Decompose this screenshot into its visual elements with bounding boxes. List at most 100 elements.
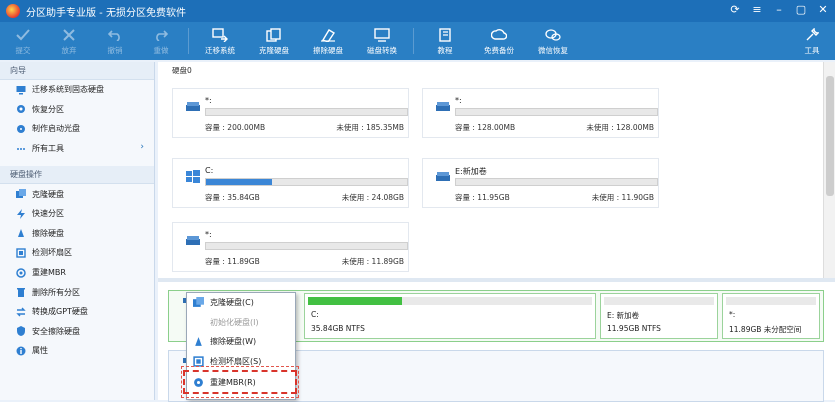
segment-info: 11.89GB 未分配空间 [729, 325, 802, 334]
init-icon [193, 317, 204, 328]
sidebar-item-all-tools[interactable]: 所有工具 › [0, 139, 154, 159]
maximize-icon[interactable]: ▢ [793, 2, 809, 18]
tools-icon [803, 27, 821, 43]
close-icon[interactable]: ✕ [815, 2, 831, 18]
app-logo-icon [6, 4, 20, 18]
segment-usage-fill [308, 297, 402, 305]
segment-info: 35.84GB NTFS [311, 324, 365, 333]
free-backup-label: 免费备份 [484, 45, 514, 55]
menu-item-init-disk[interactable]: 初始化硬盘(I) [187, 313, 295, 333]
minimize-icon[interactable]: – [771, 2, 787, 18]
sidebar-item-label: 制作启动光盘 [32, 124, 80, 134]
delete-all-icon [16, 287, 26, 298]
tutorial-label: 教程 [437, 45, 453, 55]
segment-usage-bar [604, 297, 714, 305]
quick-partition-icon [16, 208, 26, 219]
sidebar-item-label: 迁移系统到固态硬盘 [32, 85, 104, 95]
wipe-icon [16, 228, 26, 238]
scrollbar-thumb[interactable] [826, 76, 834, 196]
free-backup-button[interactable]: 免费备份 [472, 22, 526, 60]
sidebar-item-wipe-disk[interactable]: 擦除硬盘 [0, 224, 154, 244]
sidebar-item-properties[interactable]: 属性 [0, 341, 154, 361]
discard-icon [60, 27, 78, 43]
chevron-right-icon: › [140, 141, 144, 152]
sidebar-item-label: 安全擦除硬盘 [32, 326, 80, 336]
partition-segment-e[interactable]: E: 新加卷 11.95GB NTFS [600, 293, 718, 339]
clone-disk-button[interactable]: 克隆硬盘 [247, 22, 301, 60]
partition-card[interactable]: *: 容量 : 128.00MB 未使用 : 128.00MB [422, 88, 659, 138]
sidebar-item-label: 快速分区 [32, 209, 64, 219]
bad-sector-icon [16, 248, 26, 258]
drive-icon [436, 172, 450, 181]
migrate-icon [16, 85, 26, 95]
segment-title: E: 新加卷 [607, 311, 640, 320]
sidebar-item-convert-gpt[interactable]: 转换成GPT硬盘 [0, 302, 154, 322]
discard-button[interactable]: 放弃 [46, 22, 92, 60]
title-bar: 分区助手专业版 - 无损分区免费软件 ⟳ ≡ – ▢ ✕ [0, 0, 835, 22]
convert-disk-button[interactable]: 磁盘转换 [355, 22, 409, 60]
undo-label: 撤销 [107, 45, 123, 55]
app-title: 分区助手专业版 - 无损分区免费软件 [26, 7, 186, 19]
commit-button[interactable]: 提交 [0, 22, 46, 60]
segment-usage-bar [726, 297, 816, 305]
toolbar-separator [413, 28, 414, 54]
migrate-os-label: 迁移系统 [205, 45, 235, 55]
migrate-os-button[interactable]: 迁移系统 [193, 22, 247, 60]
sidebar-item-label: 属性 [32, 346, 48, 356]
sidebar-item-restore-partition[interactable]: 恢复分区 [0, 100, 154, 120]
partition-name: E:新加卷 [455, 167, 487, 176]
menu-icon[interactable]: ≡ [749, 2, 765, 18]
clone-disk-label: 克隆硬盘 [259, 45, 289, 55]
menu-item-wipe-disk[interactable]: 擦除硬盘(W) [187, 332, 295, 352]
sidebar-item-boot-disc[interactable]: 制作启动光盘 [0, 119, 154, 139]
redo-button[interactable]: 重做 [138, 22, 184, 60]
sidebar-item-check-bad-sectors[interactable]: 检测坏扇区 [0, 243, 154, 263]
vertical-scrollbar[interactable] [823, 62, 835, 278]
discard-label: 放弃 [61, 45, 77, 55]
partition-card[interactable]: *: 容量 : 200.00MB 未使用 : 185.35MB [172, 88, 409, 138]
partition-name: C: [205, 166, 214, 175]
toolbar-separator [188, 28, 189, 54]
convert-disk-label: 磁盘转换 [367, 45, 397, 55]
menu-item-clone-disk[interactable]: 克隆硬盘(C) [187, 293, 295, 313]
restore-icon [16, 104, 26, 114]
convert-icon [373, 27, 391, 43]
wechat-recovery-label: 微信恢复 [538, 45, 568, 55]
sidebar-item-label: 擦除硬盘 [32, 228, 64, 238]
sidebar-item-clone-disk[interactable]: 克隆硬盘 [0, 184, 154, 204]
segment-usage-bar [308, 297, 592, 305]
pane-splitter[interactable] [158, 278, 835, 282]
drive-icon [436, 102, 450, 111]
partition-card[interactable]: *: 容量 : 11.89GB 未使用 : 11.89GB [172, 222, 409, 272]
sidebar-item-label: 恢复分区 [32, 104, 64, 114]
window-controls: ⟳ ≡ – ▢ ✕ [727, 2, 831, 18]
partition-segment-unallocated[interactable]: *: 11.89GB 未分配空间 [722, 293, 820, 339]
partition-card[interactable]: C: 容量 : 35.84GB 未使用 : 24.08GB [172, 158, 409, 208]
wipe-disk-button[interactable]: 擦除硬盘 [301, 22, 355, 60]
partition-segment-c[interactable]: C: 35.84GB NTFS [304, 293, 596, 339]
redo-label: 重做 [153, 45, 169, 55]
sidebar-item-migrate-ssd[interactable]: 迁移系统到固态硬盘 [0, 80, 154, 100]
tools-button[interactable]: 工具 [789, 22, 835, 60]
gpt-icon [16, 307, 26, 317]
check-icon [14, 27, 32, 43]
free-space-text: 未使用 : 185.35MB [336, 123, 404, 132]
partition-card[interactable]: E:新加卷 容量 : 11.95GB 未使用 : 11.90GB [422, 158, 659, 208]
properties-icon [16, 346, 26, 356]
windows-icon [186, 170, 200, 183]
wechat-recovery-button[interactable]: 微信恢复 [526, 22, 580, 60]
tools-label: 工具 [804, 45, 820, 55]
undo-button[interactable]: 撤销 [92, 22, 138, 60]
sidebar-item-delete-all-partitions[interactable]: 删除所有分区 [0, 282, 154, 302]
free-space-text: 未使用 : 24.08GB [341, 193, 404, 202]
clone-icon [265, 27, 283, 43]
sidebar-item-rebuild-mbr[interactable]: 重建MBR [0, 263, 154, 283]
sidebar-item-quick-partition[interactable]: 快速分区 [0, 204, 154, 224]
sidebar-item-secure-erase[interactable]: 安全擦除硬盘 [0, 322, 154, 342]
boot-disc-icon [16, 124, 26, 134]
clone-icon [16, 189, 26, 199]
tutorial-button[interactable]: 教程 [418, 22, 472, 60]
usage-bar [205, 242, 408, 250]
refresh-icon[interactable]: ⟳ [727, 2, 743, 18]
